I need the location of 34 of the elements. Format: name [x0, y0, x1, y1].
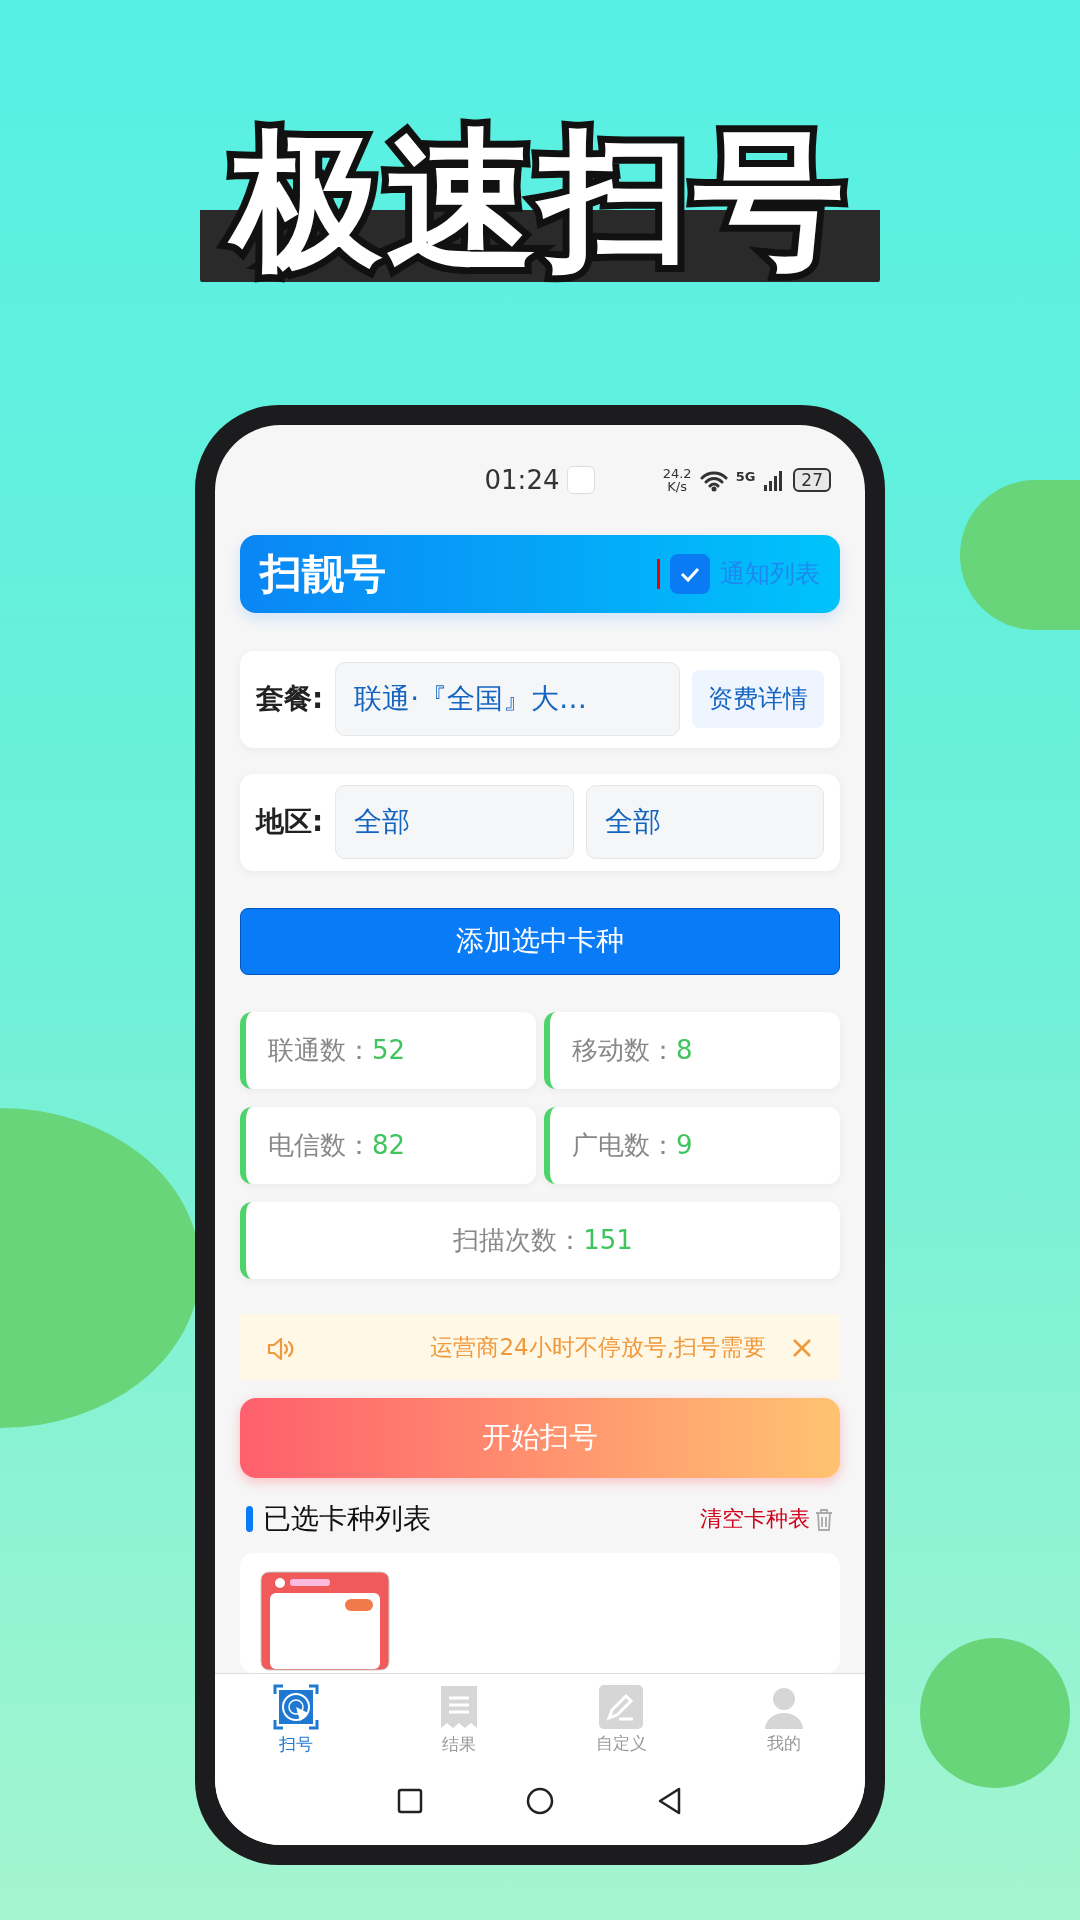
- net-speed-text: 24.2: [662, 467, 692, 480]
- network-text: 5G: [735, 468, 756, 486]
- receipt-icon: [438, 1683, 479, 1730]
- plan-select[interactable]: 联通·『全国』大…: [335, 662, 680, 737]
- tab[interactable]: 我的: [702, 1674, 865, 1767]
- section-marker: [246, 1505, 253, 1532]
- city-select[interactable]: 全部: [585, 785, 824, 860]
- battery-indicator: 27: [793, 467, 831, 493]
- stat-text: 联通数：52: [268, 1034, 406, 1068]
- add-card-type-button[interactable]: 添加选中卡种: [240, 907, 840, 976]
- pencil-icon: [599, 1684, 644, 1729]
- tab[interactable]: 扫号: [215, 1674, 378, 1767]
- clear-list-button[interactable]: 清空卡种表: [700, 1502, 834, 1536]
- radar-icon: [273, 1683, 320, 1730]
- status-time: 01:24: [484, 463, 560, 497]
- header-title: 扫靓号: [260, 548, 386, 601]
- region-label: 地区:: [256, 804, 324, 841]
- app-icon: [567, 466, 596, 494]
- stat-text: 移动数：8: [572, 1034, 693, 1068]
- stat-text: 扫描次数：151: [453, 1224, 633, 1258]
- home-nav-icon[interactable]: [524, 1785, 556, 1817]
- tab[interactable]: 自定义: [540, 1674, 703, 1767]
- checkbox[interactable]: [670, 553, 710, 594]
- tab[interactable]: 结果: [377, 1674, 540, 1767]
- square-nav-icon[interactable]: [396, 1787, 424, 1815]
- cursor-mark: [657, 558, 660, 589]
- plan-label: 套餐:: [256, 681, 324, 718]
- stat-text: 电信数：82: [268, 1129, 406, 1163]
- province-select[interactable]: 全部: [335, 785, 574, 860]
- notice-text: 运营商24小时不停放号,扫号需要: [430, 1333, 766, 1363]
- fee-details-button[interactable]: 资费详情: [692, 670, 824, 728]
- section-title: 已选卡种列表: [263, 1500, 431, 1537]
- net-unit-text: K/s: [667, 480, 687, 493]
- stat-text: 广电数：9: [572, 1129, 693, 1163]
